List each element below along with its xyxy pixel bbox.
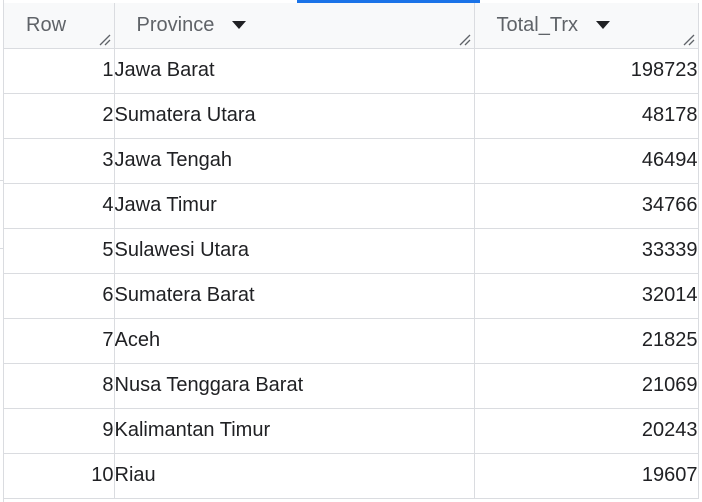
total-trx-cell[interactable]: 34766 [474, 183, 699, 229]
table-row[interactable]: 5 Sulawesi Utara 33339 [4, 228, 699, 274]
column-header-label: Province [136, 13, 215, 36]
province-cell[interactable]: Jawa Tengah [114, 138, 475, 184]
province-cell[interactable]: Kalimantan Timur [114, 408, 475, 454]
table-row[interactable]: 10 Riau 19607 [4, 453, 699, 499]
column-header-label: Total_Trx [496, 13, 579, 36]
table-row[interactable]: 2 Sumatera Utara 48178 [4, 93, 699, 139]
sort-dropdown-icon[interactable] [596, 21, 611, 30]
column-resize-icon[interactable] [683, 34, 695, 46]
table-row[interactable]: 9 Kalimantan Timur 20243 [4, 408, 699, 454]
table-row[interactable]: 7 Aceh 21825 [4, 318, 699, 364]
row-number-cell: 10 [4, 453, 115, 499]
table-row[interactable]: 1 Jawa Barat 198723 [4, 48, 699, 94]
total-trx-cell[interactable]: 198723 [474, 48, 699, 94]
column-header-province[interactable]: Province [114, 3, 475, 49]
total-trx-cell[interactable]: 33339 [474, 228, 699, 274]
row-number-cell: 2 [4, 93, 115, 139]
total-trx-cell[interactable]: 20243 [474, 408, 699, 454]
sort-dropdown-icon[interactable] [232, 21, 247, 30]
total-trx-cell[interactable]: 46494 [474, 138, 699, 184]
province-cell[interactable]: Sumatera Utara [114, 93, 475, 139]
table-row[interactable]: 4 Jawa Timur 34766 [4, 183, 699, 229]
province-cell[interactable]: Sumatera Barat [114, 273, 475, 319]
province-cell[interactable]: Sulawesi Utara [114, 228, 475, 274]
results-table: Row Province Total_Trx 1 Jawa Barat 1987… [4, 3, 699, 499]
row-number-cell: 6 [4, 273, 115, 319]
row-number-cell: 3 [4, 138, 115, 184]
row-number-cell: 9 [4, 408, 115, 454]
table-row[interactable]: 8 Nusa Tenggara Barat 21069 [4, 363, 699, 409]
total-trx-cell[interactable]: 19607 [474, 453, 699, 499]
column-header-label: Row [26, 13, 67, 36]
total-trx-cell[interactable]: 32014 [474, 273, 699, 319]
column-header-total-trx[interactable]: Total_Trx [474, 3, 699, 49]
total-trx-cell[interactable]: 48178 [474, 93, 699, 139]
table-row[interactable]: 6 Sumatera Barat 32014 [4, 273, 699, 319]
province-cell[interactable]: Riau [114, 453, 475, 499]
total-trx-cell[interactable]: 21825 [474, 318, 699, 364]
row-number-cell: 5 [4, 228, 115, 274]
column-resize-icon[interactable] [99, 34, 111, 46]
row-number-cell: 7 [4, 318, 115, 364]
row-number-cell: 1 [4, 48, 115, 94]
row-number-cell: 8 [4, 363, 115, 409]
row-number-cell: 4 [4, 183, 115, 229]
column-resize-icon[interactable] [459, 34, 471, 46]
province-cell[interactable]: Aceh [114, 318, 475, 364]
province-cell[interactable]: Nusa Tenggara Barat [114, 363, 475, 409]
header-row: Row Province Total_Trx [4, 3, 699, 49]
province-cell[interactable]: Jawa Barat [114, 48, 475, 94]
query-results-panel: Row Province Total_Trx 1 Jawa Barat 1987… [0, 0, 702, 502]
table-row[interactable]: 3 Jawa Tengah 46494 [4, 138, 699, 184]
column-header-row[interactable]: Row [4, 3, 115, 49]
total-trx-cell[interactable]: 21069 [474, 363, 699, 409]
province-cell[interactable]: Jawa Timur [114, 183, 475, 229]
